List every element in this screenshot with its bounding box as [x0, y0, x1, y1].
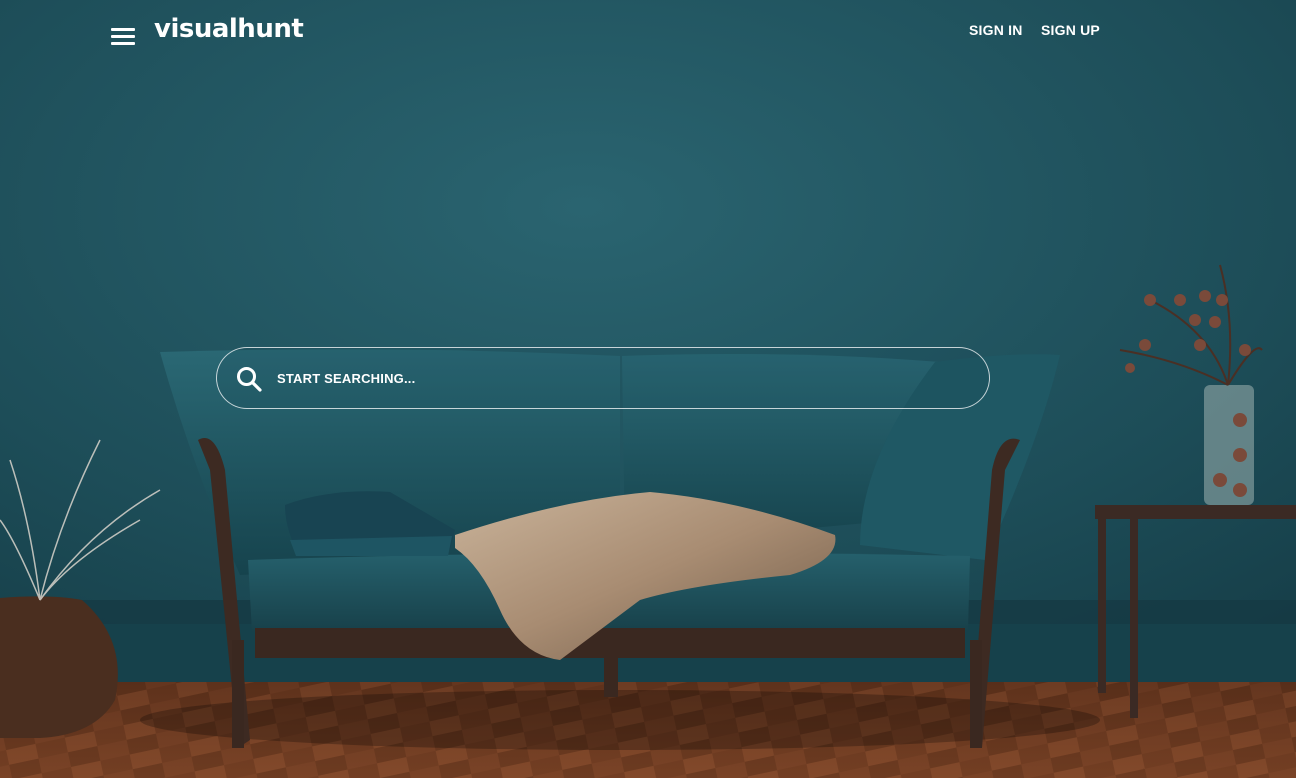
search-bar[interactable]	[216, 347, 990, 409]
sign-up-link[interactable]: SIGN UP	[1041, 22, 1100, 38]
visualhunt-logo[interactable]: visualhunt	[154, 14, 304, 44]
top-navigation-bar: visualhunt SIGN IN SIGN UP	[0, 0, 1296, 64]
hero-section: visualhunt SIGN IN SIGN UP	[0, 0, 1296, 778]
search-icon[interactable]	[235, 365, 263, 393]
sign-in-link[interactable]: SIGN IN	[969, 22, 1023, 38]
menu-line	[111, 35, 135, 38]
menu-line	[111, 28, 135, 31]
menu-line	[111, 42, 135, 45]
hamburger-menu-icon[interactable]	[110, 25, 136, 47]
search-input[interactable]	[277, 362, 967, 394]
